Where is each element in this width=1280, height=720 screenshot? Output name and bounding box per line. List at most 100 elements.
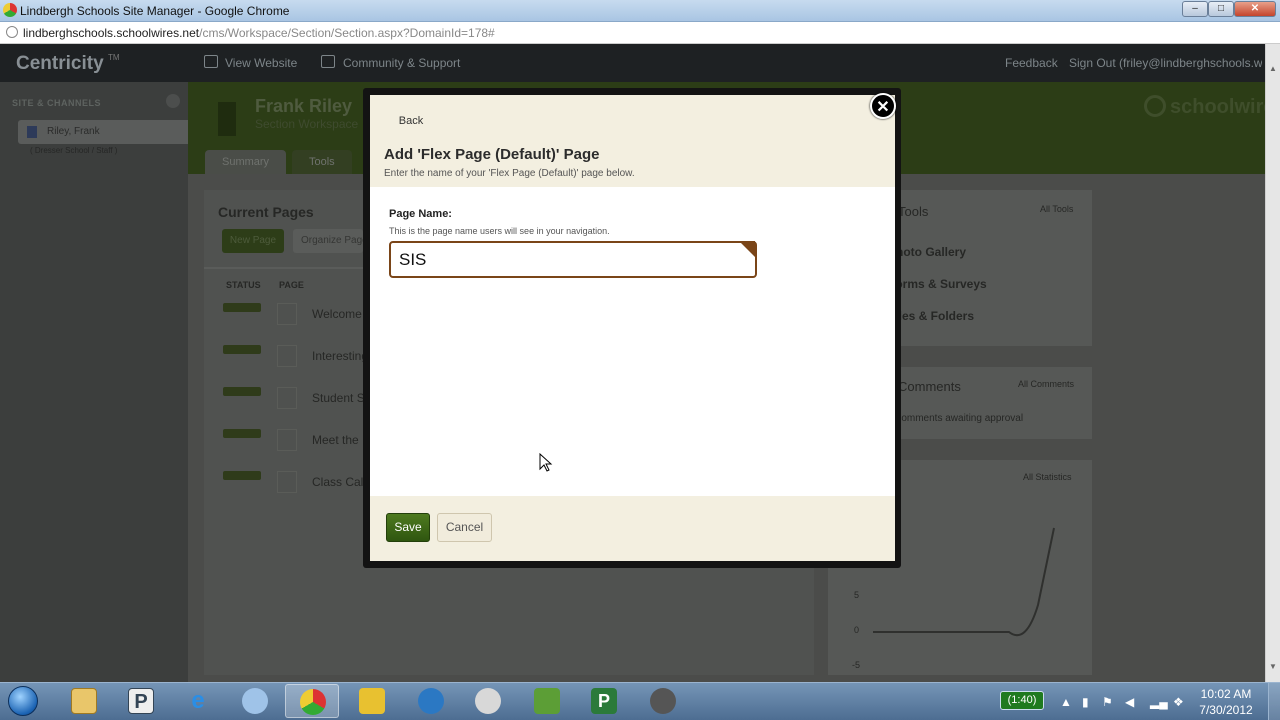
publisher-icon: P <box>128 688 154 714</box>
tool-item[interactable]: Forms & Surveys <box>888 277 1078 291</box>
community-support-link[interactable]: Community & Support <box>343 56 460 70</box>
taskbar-internet-explorer[interactable]: e <box>171 684 225 718</box>
collapse-icon[interactable] <box>166 94 180 108</box>
battery-indicator[interactable]: (1:40) <box>1000 691 1044 710</box>
all-tools-link[interactable]: All Tools <box>1040 204 1073 214</box>
page-checkbox[interactable] <box>277 345 297 367</box>
page-row-4[interactable]: Meet the <box>312 433 359 447</box>
clock-date[interactable]: 7/30/2012 <box>1196 703 1256 717</box>
evernote-icon <box>534 688 560 714</box>
bird-icon <box>359 688 385 714</box>
status-indicator <box>223 471 261 480</box>
page-scrollbar[interactable]: ▲ ▼ <box>1265 44 1280 682</box>
url-host: lindberghschools.schoolwires.net <box>23 26 200 40</box>
page-checkbox[interactable] <box>277 429 297 451</box>
tray-app-icon[interactable]: ❖ <box>1173 695 1184 709</box>
close-icon[interactable]: ✕ <box>870 93 896 119</box>
status-indicator <box>223 387 261 396</box>
tray-signal-icon[interactable]: ▂▄ <box>1150 695 1168 709</box>
organize-pages-button[interactable]: Organize Pages <box>293 229 363 253</box>
window-title-bar: Lindbergh Schools Site Manager - Google … <box>0 0 1280 22</box>
taskbar-snipping[interactable] <box>228 684 282 718</box>
page-name-label: Page Name: <box>389 208 452 220</box>
required-flag-icon <box>739 241 755 257</box>
page-row-1[interactable]: Welcome <box>312 307 362 321</box>
status-indicator <box>223 429 261 438</box>
show-desktop-button[interactable] <box>1268 683 1280 720</box>
schoolwires-logo-icon <box>1144 95 1166 117</box>
scroll-up-icon[interactable]: ▲ <box>1269 64 1277 73</box>
page-globe-icon <box>6 26 18 38</box>
new-page-button[interactable]: New Page <box>222 229 284 253</box>
comments-title: Comments <box>898 379 961 394</box>
trademark-mark: TM <box>108 53 120 62</box>
url-text[interactable]: lindberghschools.schoolwires.net/cms/Wor… <box>23 26 495 40</box>
taskbar-explorer[interactable] <box>57 684 111 718</box>
workspace-subtitle: Section Workspace <box>255 117 359 131</box>
taskbar-evernote[interactable] <box>520 684 574 718</box>
page-row-3[interactable]: Student S <box>312 391 365 405</box>
view-website-link[interactable]: View Website <box>225 56 297 70</box>
twitter-icon <box>418 688 444 714</box>
y-tick: 5 <box>854 590 860 600</box>
cancel-button[interactable]: Cancel <box>437 513 492 542</box>
column-status: STATUS <box>226 280 261 290</box>
brand-logo: Centricity <box>16 53 104 74</box>
game-icon <box>650 688 676 714</box>
taskbar-network[interactable] <box>461 684 515 718</box>
feedback-link[interactable]: Feedback <box>1005 56 1058 70</box>
monitor-icon <box>204 55 218 68</box>
folder-icon <box>71 688 97 714</box>
chrome-icon <box>3 3 17 17</box>
tray-volume-icon[interactable]: ◀ <box>1125 695 1134 709</box>
scroll-down-icon[interactable]: ▼ <box>1269 662 1277 671</box>
user-icon <box>27 126 37 138</box>
tab-tools[interactable]: Tools <box>292 150 352 174</box>
sidebar-user-name: Riley, Frank <box>47 126 100 137</box>
y-tick: 0 <box>854 625 860 635</box>
all-comments-link[interactable]: All Comments <box>1018 379 1074 389</box>
sidebar: SITE & CHANNELS Riley, Frank ( Dresser S… <box>0 82 198 682</box>
dialog-title: Add 'Flex Page (Default)' Page <box>384 146 600 163</box>
all-statistics-link[interactable]: All Statistics <box>1023 472 1072 482</box>
taskbar-game[interactable] <box>636 684 690 718</box>
tool-item[interactable]: Files & Folders <box>888 309 1078 323</box>
tray-power-icon[interactable]: ▮ <box>1082 695 1089 709</box>
comments-status: 0 comments awaiting approval <box>888 413 1024 424</box>
taskbar-camtasia[interactable] <box>345 684 399 718</box>
page-row-2[interactable]: Interesting <box>312 349 368 363</box>
page-checkbox[interactable] <box>277 387 297 409</box>
maximize-button[interactable]: □ <box>1208 1 1234 17</box>
start-button[interactable] <box>4 684 44 718</box>
back-button[interactable]: Back <box>390 111 432 131</box>
address-bar[interactable]: lindberghschools.schoolwires.net/cms/Wor… <box>0 22 1280 44</box>
user-photo <box>218 102 236 136</box>
page-checkbox[interactable] <box>277 471 297 493</box>
y-tick: -5 <box>852 660 861 670</box>
page-row-5[interactable]: Class Cal <box>312 475 363 489</box>
chat-icon <box>321 55 335 68</box>
page-name-input[interactable] <box>389 241 757 278</box>
taskbar-chrome[interactable] <box>285 684 339 718</box>
chrome-icon <box>300 689 326 715</box>
schoolwires-logo: schoolwires <box>1170 96 1280 118</box>
window-close-button[interactable]: ✕ <box>1234 1 1276 17</box>
window-title: Lindbergh Schools Site Manager - Google … <box>20 4 290 18</box>
save-button[interactable]: Save <box>386 513 430 542</box>
publisher-doc-icon: P <box>591 688 617 714</box>
minimize-button[interactable]: – <box>1182 1 1208 17</box>
taskbar-twitter[interactable] <box>404 684 458 718</box>
tools-title: Tools <box>898 204 929 219</box>
tray-flag-icon[interactable]: ⚑ <box>1102 695 1113 709</box>
status-indicator <box>223 303 261 312</box>
page-checkbox[interactable] <box>277 303 297 325</box>
taskbar-publisher-2[interactable]: P <box>577 684 631 718</box>
tool-item[interactable]: Photo Gallery <box>888 245 1078 259</box>
taskbar-publisher[interactable]: P <box>114 684 168 718</box>
sign-out-link[interactable]: Sign Out (friley@lindberghschools.ws) <box>1069 56 1262 70</box>
scissors-icon <box>242 688 268 714</box>
sidebar-item-user[interactable] <box>18 120 198 144</box>
tab-summary[interactable]: Summary <box>205 150 287 174</box>
clock-time[interactable]: 10:02 AM <box>1196 687 1256 701</box>
tray-arrow-icon[interactable]: ▲ <box>1060 695 1072 709</box>
